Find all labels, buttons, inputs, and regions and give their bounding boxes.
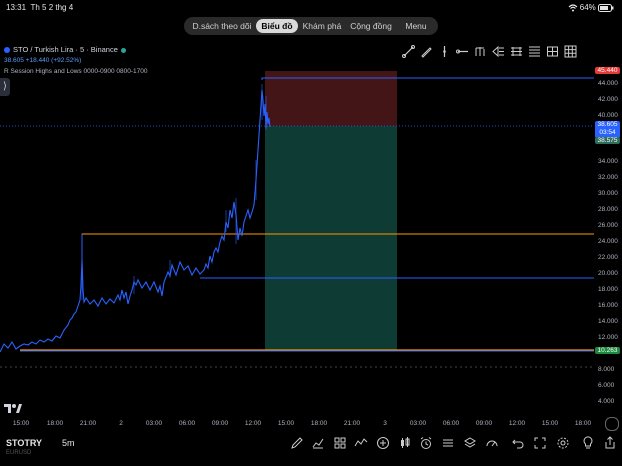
y-tick: 18.000 xyxy=(598,286,618,293)
low-price-tag: 10.263 xyxy=(595,347,620,354)
tab-explore[interactable]: Khám phá xyxy=(300,19,344,33)
y-tick: 44.000 xyxy=(598,80,618,87)
speed-icon[interactable] xyxy=(485,436,499,450)
x-tick: 03:00 xyxy=(145,420,163,427)
horizontal-ray-icon[interactable] xyxy=(455,44,470,59)
tab-watchlist[interactable]: D.sách theo dõi xyxy=(188,19,256,33)
y-tick: 40.000 xyxy=(598,112,618,119)
fork-icon[interactable] xyxy=(473,44,488,59)
x-tick: 18:00 xyxy=(310,420,328,427)
tab-menu[interactable]: Menu xyxy=(398,19,434,33)
y-tick: 8.000 xyxy=(598,366,615,373)
brush-icon[interactable] xyxy=(419,44,434,59)
layers-icon[interactable] xyxy=(463,436,477,450)
status-right: 64% xyxy=(568,3,614,12)
y-tick: 6.000 xyxy=(598,382,615,389)
x-tick: 09:00 xyxy=(211,420,229,427)
stop-price-tag: 45.440 xyxy=(595,67,620,74)
status-time: 13:31 xyxy=(6,3,27,12)
ticker-symbol[interactable]: STOTRY xyxy=(6,438,42,448)
x-tick: 12:00 xyxy=(508,420,526,427)
x-tick: 18:00 xyxy=(46,420,64,427)
position-loss-zone[interactable] xyxy=(265,71,397,126)
entry-price-tag: 38.575 xyxy=(595,137,620,144)
price-series-line xyxy=(0,89,271,353)
battery-percent: 64% xyxy=(579,3,596,12)
x-tick: 03:00 xyxy=(409,420,427,427)
x-tick: 21:00 xyxy=(343,420,361,427)
short-position-icon[interactable] xyxy=(509,44,524,59)
x-tick: 21:00 xyxy=(79,420,97,427)
bar-countdown: 03:54 xyxy=(599,129,616,136)
x-tick: 06:00 xyxy=(178,420,196,427)
add-icon[interactable] xyxy=(376,436,390,450)
status-bar: 13:31 Th 5 2 thg 4 64% xyxy=(0,0,622,14)
exchange-logo-icon xyxy=(4,47,10,54)
y-tick: 30.000 xyxy=(598,190,618,197)
x-tick: 3 xyxy=(383,420,387,427)
status-time-date: 13:31 Th 5 2 thg 4 xyxy=(6,3,73,12)
position-profit-zone[interactable] xyxy=(265,126,397,350)
price-chart[interactable] xyxy=(0,62,622,422)
symbol-title: STO / Turkish Lira · 5 · Binance xyxy=(13,45,118,54)
fib-icon[interactable] xyxy=(527,44,542,59)
bottom-toolbar: STOTRY EURUSD 5m xyxy=(0,432,622,466)
x-tick: 18:00 xyxy=(574,420,592,427)
x-tick: 2 xyxy=(119,420,123,427)
top-nav: D.sách theo dõi Biểu đồ Khám phá Cộng đồ… xyxy=(184,17,438,35)
x-tick: 12:00 xyxy=(244,420,262,427)
timezone-settings-icon[interactable] xyxy=(605,417,619,431)
y-tick: 22.000 xyxy=(598,254,618,261)
tab-chart[interactable]: Biểu đồ xyxy=(256,19,298,33)
bulb-icon[interactable] xyxy=(581,436,595,450)
long-position-icon[interactable] xyxy=(491,44,506,59)
y-tick: 24.000 xyxy=(598,238,618,245)
symbol-header[interactable]: STO / Turkish Lira · 5 · Binance xyxy=(4,45,126,54)
x-tick: 15:00 xyxy=(541,420,559,427)
y-tick: 32.000 xyxy=(598,174,618,181)
y-tick: 4.000 xyxy=(598,398,615,405)
y-tick: 14.000 xyxy=(598,318,618,325)
pencil-icon[interactable] xyxy=(290,436,304,450)
x-tick: 09:00 xyxy=(475,420,493,427)
candles-icon[interactable] xyxy=(398,436,412,450)
vertical-line-icon[interactable] xyxy=(437,44,452,59)
timeline-icon[interactable] xyxy=(441,436,455,450)
x-tick: 06:00 xyxy=(442,420,460,427)
undo-icon[interactable] xyxy=(511,436,525,450)
x-tick: 15:00 xyxy=(12,420,30,427)
x-tick: 15:00 xyxy=(277,420,295,427)
range-icon[interactable] xyxy=(545,44,560,59)
wifi-icon xyxy=(568,4,577,12)
chart-type-icon[interactable] xyxy=(311,436,325,450)
timeframe-button[interactable]: 5m xyxy=(62,438,75,448)
y-tick: 26.000 xyxy=(598,222,618,229)
y-tick: 20.000 xyxy=(598,270,618,277)
status-date: Th 5 2 thg 4 xyxy=(30,3,74,12)
y-tick: 28.000 xyxy=(598,206,618,213)
indicators-icon[interactable] xyxy=(333,436,347,450)
current-price-value: 38.605 xyxy=(597,121,618,128)
settings-icon[interactable] xyxy=(556,436,570,450)
tab-community[interactable]: Cộng đồng xyxy=(346,19,396,33)
drawing-toolbar xyxy=(401,44,601,60)
wave-icon[interactable] xyxy=(354,436,368,450)
price-wicks xyxy=(81,84,267,300)
grid-icon[interactable] xyxy=(563,44,578,59)
fullscreen-icon[interactable] xyxy=(533,436,547,450)
tradingview-logo-icon xyxy=(4,404,22,413)
y-tick: 42.000 xyxy=(598,96,618,103)
current-price-tag: 38.605 03:54 xyxy=(595,121,620,138)
alarm-icon[interactable] xyxy=(419,436,433,450)
share-icon[interactable] xyxy=(603,436,617,450)
ticker-sub: EURUSD xyxy=(6,450,32,456)
y-tick: 12.000 xyxy=(598,334,618,341)
y-tick: 34.000 xyxy=(598,158,618,165)
live-status-icon xyxy=(120,47,126,53)
battery-icon xyxy=(598,3,614,12)
trend-line-icon[interactable] xyxy=(401,44,416,59)
y-tick: 16.000 xyxy=(598,302,618,309)
